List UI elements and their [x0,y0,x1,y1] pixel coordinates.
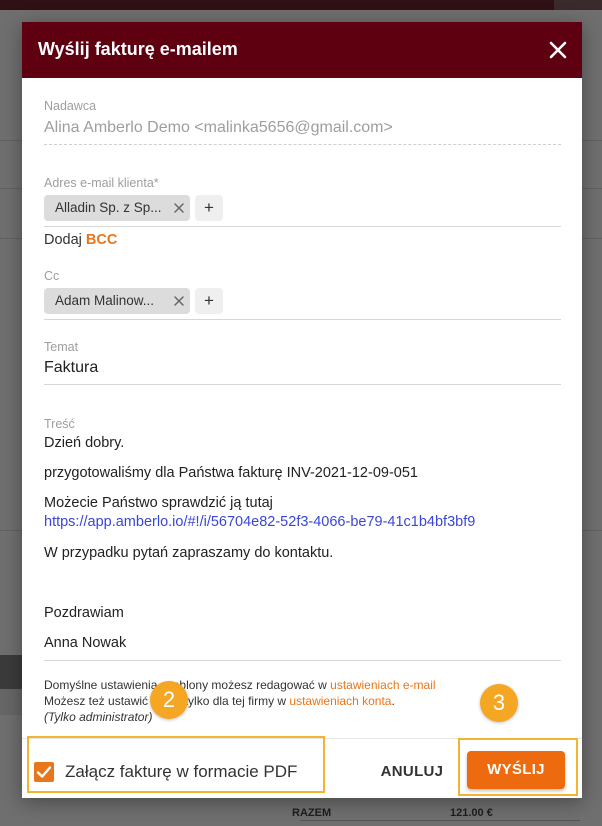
step-badge-attach: 2 [150,681,188,719]
step-badge-send: 3 [480,684,518,722]
subject-input[interactable]: Faktura [44,359,98,377]
info-line1-text: Domyślne ustawienia szablony możesz reda… [44,678,331,692]
content-regards: Pozdrawiam [44,605,124,621]
template-settings-info: Domyślne ustawienia szablony możesz reda… [44,678,436,692]
content-underline [44,660,561,661]
add-bcc-link[interactable]: BCC [86,232,117,248]
background-topbar-button [554,0,602,10]
cc-underline [44,319,561,320]
add-client-email-button[interactable]: + [195,195,223,221]
add-bcc-prefix: Dodaj [44,232,86,248]
admin-only-note: (Tylko administrator) [44,710,153,724]
info-line2-suffix: . [391,694,395,708]
close-icon[interactable] [548,40,568,60]
sender-underline [44,144,561,145]
cc-chip-text: Adam Malinow... [55,293,155,308]
dialog-header: Wyślij fakturę e-mailem [22,22,582,78]
client-email-underline [44,226,561,227]
content-signature: Anna Nowak [44,635,127,651]
email-settings-link[interactable]: ustawieniach e-mail [330,678,435,692]
subject-underline [44,384,561,385]
client-email-chip[interactable]: Alladin Sp. z Sp... [44,195,190,221]
background-total-label: RAZEM [292,807,332,819]
send-invoice-dialog: Wyślij fakturę e-mailem Nadawca Alina Am… [22,22,582,798]
remove-chip-icon[interactable] [173,202,185,214]
send-button[interactable]: WYŚLIJ [467,751,565,789]
content-greeting: Dzień dobry. [44,435,125,451]
background-divider [300,820,580,821]
background-topbar [0,0,602,10]
cancel-button[interactable]: ANULUJ [367,755,457,789]
content-contact: W przypadku pytań zapraszamy do kontaktu… [44,545,334,561]
account-settings-link[interactable]: ustawieniach konta [289,694,391,708]
subject-label: Temat [44,340,79,354]
add-bcc-row: Dodaj BCC [44,232,117,248]
attach-pdf-label[interactable]: Załącz fakturę w formacie PDF [65,762,297,782]
background-totals-row: RAZEM 121.00 € [22,798,582,826]
content-check: Możecie Państwo sprawdzić ją tutaj [44,495,273,511]
sender-label: Nadawca [44,99,97,113]
client-email-chip-text: Alladin Sp. z Sp... [55,200,162,215]
attach-pdf-checkbox[interactable] [34,762,54,782]
cc-label: Cc [44,269,60,283]
background-table-header [0,655,22,689]
sender-value: Alina Amberlo Demo <malinka5656@gmail.co… [44,119,393,136]
client-email-label: Adres e-mail klienta* [44,176,159,190]
background-table-row [0,689,22,715]
background-total-value: 121.00 € [450,807,493,819]
check-icon [36,766,52,778]
content-label: Treść [44,417,75,431]
content-prepared: przygotowaliśmy dla Państwa fakturę INV-… [44,465,418,481]
remove-chip-icon[interactable] [173,295,185,307]
subject-settings-info: Możesz też ustawić temat tylko dla tej f… [44,694,395,708]
add-cc-button[interactable]: + [195,288,223,314]
cc-chip[interactable]: Adam Malinow... [44,288,190,314]
dialog-title: Wyślij fakturę e-mailem [38,39,238,59]
invoice-link[interactable]: https://app.amberlo.io/#!/i/56704e82-52f… [44,514,475,530]
